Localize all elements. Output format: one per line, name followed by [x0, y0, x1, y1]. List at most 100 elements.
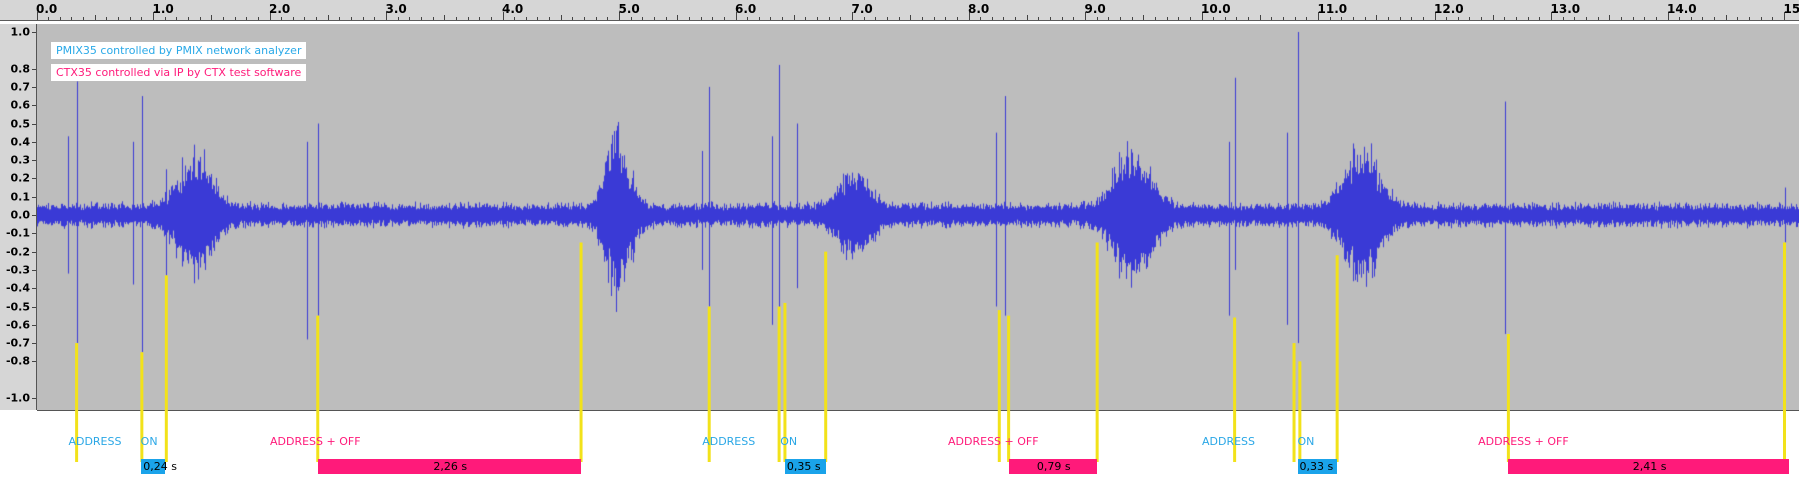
- ruler-tick: [362, 17, 364, 20]
- ruler-tick: [222, 17, 224, 20]
- ruler-tick: [665, 17, 667, 20]
- ruler-tick: [351, 17, 353, 20]
- ruler-tick: [455, 17, 457, 20]
- ruler-tick: [83, 17, 85, 20]
- ruler-tick: [1644, 17, 1646, 20]
- amplitude-label: -0.8: [5, 354, 30, 368]
- ruler-tick: [71, 17, 73, 20]
- amplitude-label: 0.2: [10, 171, 31, 185]
- ruler-tick: [1387, 17, 1389, 20]
- duration-label: 0,33 s: [1299, 460, 1334, 473]
- ruler-tick: [875, 17, 877, 20]
- ruler-tick: [1096, 17, 1098, 20]
- annotation-label: ADDRESS + OFF: [1478, 435, 1569, 448]
- ruler-tick: [281, 17, 283, 20]
- ruler-tick: [1620, 17, 1622, 20]
- ruler-tick: [1760, 17, 1762, 20]
- ruler-tick: [176, 17, 178, 20]
- amplitude-tick: [32, 215, 36, 216]
- ruler-tick: [1399, 17, 1401, 20]
- ruler-tick: [1306, 17, 1308, 20]
- annotation-label: ADDRESS: [702, 435, 756, 448]
- ruler-tick: [782, 17, 784, 20]
- amplitude-label: -0.3: [5, 263, 30, 277]
- audio-track[interactable]: PMIX35 controlled by PMIX network analyz…: [37, 24, 1799, 411]
- ruler-tick: [1259, 15, 1261, 20]
- ruler-tick-label: 14.0: [1667, 2, 1697, 16]
- amplitude-tick: [32, 361, 36, 363]
- ruler-tick: [817, 17, 819, 20]
- amplitude-tick: [32, 343, 36, 345]
- ruler-tick: [910, 15, 912, 20]
- ruler-tick: [1166, 17, 1168, 20]
- ruler-tick: [1422, 17, 1424, 20]
- ruler-tick: [1236, 17, 1238, 20]
- ruler-tick: [1015, 17, 1017, 20]
- ruler-tick: [106, 17, 108, 20]
- ruler-tick: [1108, 17, 1110, 20]
- amplitude-label: 0.5: [10, 117, 31, 130]
- duration-bar: 0,24 s: [141, 459, 177, 474]
- amplitude-label: 0.4: [10, 135, 31, 149]
- ruler-tick: [572, 17, 574, 20]
- ruler-tick: [584, 17, 586, 20]
- ruler-tick: [700, 17, 702, 20]
- amplitude-label: -1.0: [5, 391, 30, 405]
- ruler-tick: [304, 17, 306, 20]
- ruler-tick-label: 10.0: [1201, 2, 1231, 16]
- ruler-tick: [327, 15, 329, 20]
- amplitude-tick: [32, 251, 36, 253]
- ruler-tick: [1737, 17, 1739, 20]
- ruler-tick: [712, 17, 714, 20]
- ruler-tick: [1725, 15, 1727, 20]
- ruler-tick: [991, 17, 993, 20]
- duration-label: 2,26 s: [433, 460, 468, 473]
- ruler-tick: [1143, 15, 1145, 20]
- ruler-tick-label: 7.0: [851, 2, 873, 16]
- duration-label: 0,79 s: [1036, 460, 1071, 473]
- ruler-tick: [339, 17, 341, 20]
- ruler-tick: [1504, 17, 1506, 20]
- ruler-tick: [141, 17, 143, 20]
- ruler-tick: [723, 17, 725, 20]
- ruler-tick: [758, 17, 760, 20]
- ruler-tick: [1073, 17, 1075, 20]
- ruler-tick: [956, 17, 958, 20]
- duration-bar: 0,35 s: [784, 459, 826, 474]
- ruler-tick: [921, 17, 923, 20]
- time-ruler[interactable]: 0.0 1.0 2.0 3.0 4.0 5.0 6.0 7.0 8.0 9.0 10.0 11.0 12…: [0, 0, 1799, 21]
- amplitude-tick: [32, 324, 36, 326]
- ruler-tick: [898, 17, 900, 20]
- ruler-tick: [1527, 17, 1529, 20]
- ruler-tick: [1352, 17, 1354, 20]
- amplitude-tick: [32, 196, 36, 198]
- ruler-tick: [1457, 17, 1459, 20]
- ruler-tick: [409, 17, 411, 20]
- amplitude-label: 0.7: [10, 80, 31, 94]
- amplitude-tick: [32, 86, 36, 88]
- ruler-tick: [1714, 17, 1716, 20]
- amplitude-label: -0.5: [5, 300, 30, 313]
- ruler-tick: [1516, 17, 1518, 20]
- amplitude-tick: [32, 398, 36, 399]
- amplitude-tick: [32, 288, 36, 290]
- legend-ctx: CTX35 controlled via IP by CTX test soft…: [51, 64, 307, 81]
- ruler-tick-label: 2.0: [269, 2, 291, 16]
- ruler-tick: [94, 15, 96, 20]
- amplitude-label: 0.3: [10, 153, 31, 167]
- ruler-tick: [514, 17, 516, 20]
- ruler-tick-label: 11.0: [1317, 2, 1348, 16]
- ruler-tick-label: 6.0: [735, 2, 757, 16]
- ruler-tick: [1492, 15, 1494, 20]
- amplitude-label: -0.2: [5, 245, 30, 259]
- amplitude-label: -0.6: [5, 318, 30, 332]
- ruler-tick: [1772, 17, 1774, 20]
- ruler-tick: [118, 17, 120, 20]
- duration-bar: 0,33 s: [1297, 459, 1338, 474]
- ruler-tick: [828, 17, 830, 20]
- ruler-tick: [653, 17, 655, 20]
- amplitude-tick: [32, 160, 36, 162]
- ruler-tick: [1061, 17, 1063, 20]
- ruler-tick: [1749, 17, 1751, 20]
- ruler-tick: [374, 17, 376, 20]
